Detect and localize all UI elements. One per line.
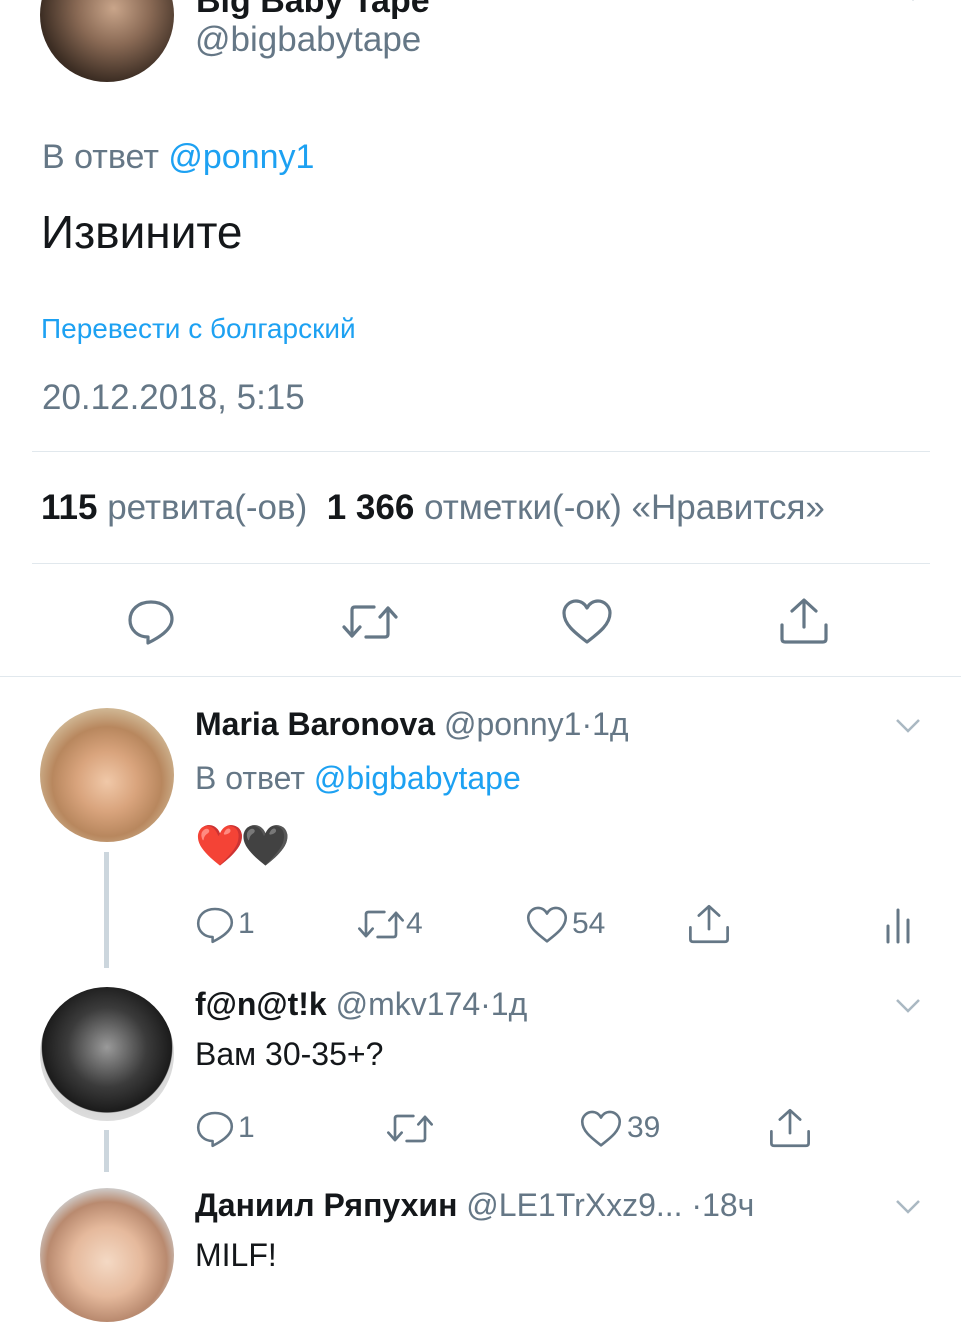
- separator-dot: ·: [691, 1187, 703, 1223]
- like-count: 54: [572, 907, 606, 940]
- reply-text: ❤️🖤: [195, 824, 291, 868]
- divider: [32, 451, 930, 452]
- share-icon[interactable]: [768, 1107, 812, 1149]
- reply-to-link[interactable]: @bigbabytape: [314, 760, 521, 796]
- reply-prefix: В ответ: [195, 760, 306, 796]
- retweets-label[interactable]: ретвита(-ов): [107, 488, 307, 527]
- reply-author-name[interactable]: f@n@t!k: [195, 986, 327, 1022]
- author-avatar[interactable]: [40, 0, 174, 82]
- reply-author-handle[interactable]: @LE1TrXxz9...: [466, 1187, 682, 1223]
- reply-count: 1: [238, 907, 255, 940]
- reply-time: 1д: [490, 986, 528, 1022]
- analytics-icon[interactable]: [884, 904, 912, 944]
- tweet-timestamp: 20.12.2018, 5:15: [42, 378, 305, 417]
- separator-dot: ·: [581, 706, 593, 742]
- reply-time: 18ч: [702, 1187, 755, 1223]
- reply-time: 1д: [592, 706, 629, 742]
- reply-author-handle[interactable]: @ponny1: [444, 706, 581, 742]
- reply-context: В ответ @bigbabytape: [195, 760, 521, 797]
- share-icon[interactable]: [687, 903, 731, 945]
- share-icon[interactable]: [778, 597, 830, 645]
- author-name[interactable]: Big Baby Tape: [196, 0, 430, 21]
- chevron-down-icon[interactable]: [900, 0, 920, 6]
- reply-header: Maria Baronova @ponny1·1д: [195, 706, 629, 743]
- reply-icon[interactable]: [126, 598, 176, 646]
- separator-dot: ·: [480, 986, 491, 1022]
- reply-author-name[interactable]: Maria Baronova: [195, 706, 435, 742]
- heart-icon[interactable]: [525, 905, 569, 945]
- retweet-icon[interactable]: [340, 601, 400, 643]
- like-count: 39: [627, 1111, 661, 1144]
- heart-icon[interactable]: [579, 1109, 623, 1149]
- thread-line: [104, 1130, 109, 1172]
- reply-prefix: В ответ: [42, 138, 159, 176]
- likes-label[interactable]: отметки(-ок) «Нравится»: [424, 488, 825, 527]
- reply-context: В ответ @ponny1: [42, 138, 314, 177]
- chevron-down-icon[interactable]: [895, 1199, 921, 1220]
- chevron-down-icon[interactable]: [895, 998, 921, 1019]
- author-handle[interactable]: @bigbabytape: [195, 20, 421, 60]
- heart-icon[interactable]: [560, 598, 614, 646]
- retweets-count[interactable]: 115: [41, 488, 97, 527]
- retweet-count: 4: [406, 907, 423, 940]
- reply-text: Вам 30-35+?: [195, 1036, 384, 1072]
- translate-link[interactable]: Перевести с болгарский: [41, 313, 356, 345]
- thread-line: [104, 852, 109, 968]
- reply-author-name[interactable]: Даниил Ряпухин: [195, 1187, 457, 1223]
- tweet-text: Извините: [41, 206, 243, 258]
- reply-author-handle[interactable]: @mkv174: [336, 986, 481, 1022]
- reply-header: f@n@t!k @mkv174·1д: [195, 986, 527, 1023]
- reply-avatar[interactable]: [40, 708, 174, 842]
- reply-to-link[interactable]: @ponny1: [168, 138, 314, 176]
- divider: [32, 563, 930, 564]
- reply-header: Даниил Ряпухин @LE1TrXxz9... ·18ч: [195, 1187, 754, 1224]
- chevron-down-icon[interactable]: [895, 718, 921, 739]
- reply-avatar[interactable]: [40, 987, 174, 1121]
- tweet-stats: 115 ретвита(-ов) 1 366 отметки(-ок) «Нра…: [41, 488, 825, 528]
- reply-avatar[interactable]: [40, 1188, 174, 1322]
- divider: [0, 676, 961, 677]
- reply-icon[interactable]: [195, 1109, 235, 1149]
- reply-icon[interactable]: [195, 905, 235, 945]
- retweet-icon[interactable]: [385, 1111, 435, 1146]
- reply-count: 1: [238, 1111, 255, 1144]
- retweet-icon[interactable]: [356, 907, 406, 942]
- likes-count[interactable]: 1 366: [327, 488, 415, 527]
- reply-text: MILF!: [195, 1237, 277, 1273]
